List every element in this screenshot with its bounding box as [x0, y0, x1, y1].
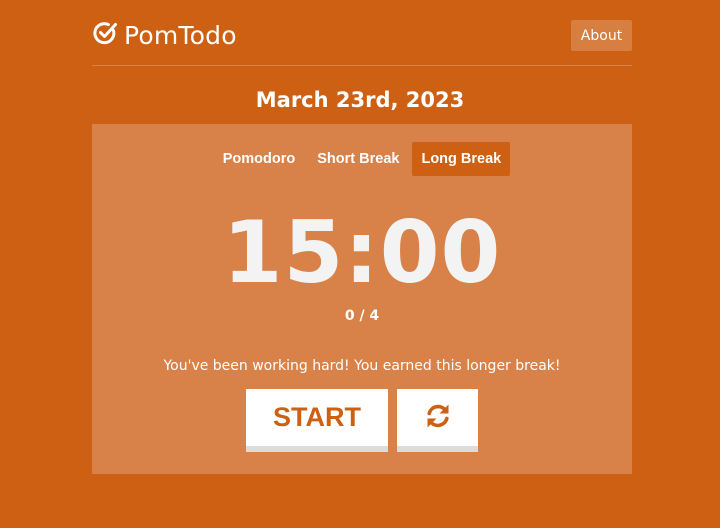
timer-controls: START: [246, 389, 478, 452]
tab-long-break[interactable]: Long Break: [412, 142, 511, 176]
tab-short-break[interactable]: Short Break: [308, 142, 408, 176]
mode-tabs: Pomodoro Short Break Long Break: [92, 142, 632, 176]
tab-pomodoro[interactable]: Pomodoro: [214, 142, 305, 176]
check-circle-icon: [92, 20, 124, 50]
current-date: March 23rd, 2023: [255, 88, 465, 112]
timer-display: 15:00: [222, 203, 502, 303]
app-logo[interactable]: PomTodo: [92, 19, 237, 51]
start-button[interactable]: START: [246, 389, 388, 452]
refresh-icon: [424, 402, 452, 433]
reset-button[interactable]: [397, 389, 478, 452]
session-counter: 0 / 4: [344, 308, 380, 324]
timer-panel: Pomodoro Short Break Long Break 15:00 0 …: [92, 124, 632, 474]
break-message: You've been working hard! You earned thi…: [163, 358, 561, 374]
app-name: PomTodo: [124, 20, 237, 50]
app-header: PomTodo About: [92, 0, 632, 66]
about-button[interactable]: About: [571, 20, 632, 51]
